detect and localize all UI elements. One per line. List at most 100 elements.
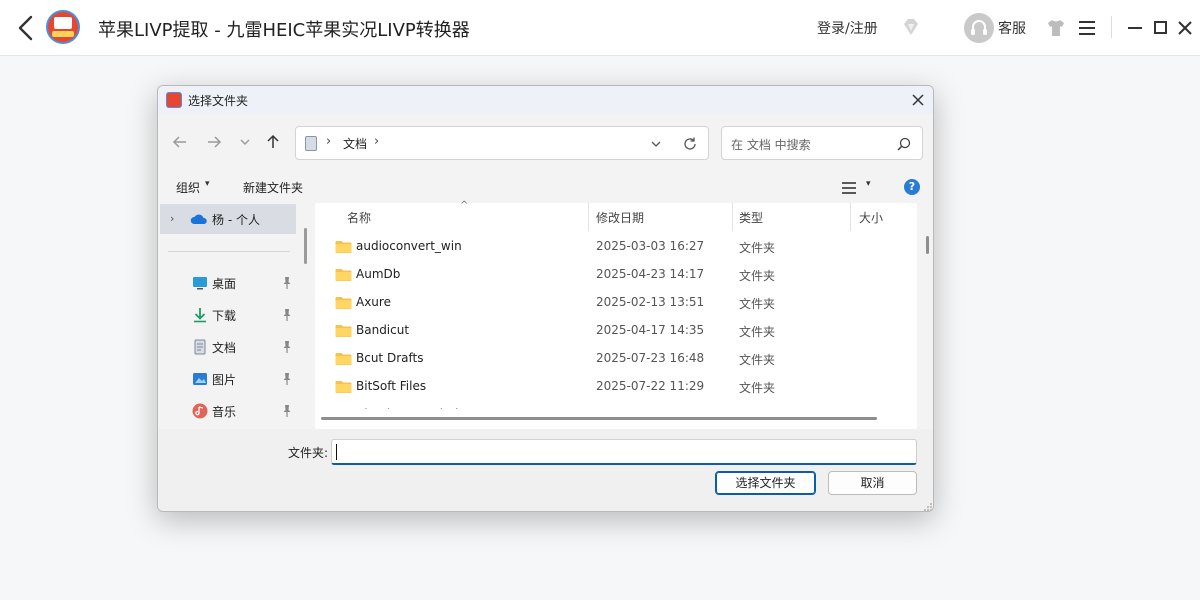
table-row[interactable]: Bcut Drafts 2025-07-23 16:48 文件夹 bbox=[315, 345, 917, 373]
app-logo bbox=[46, 10, 80, 44]
file-modified-date: 2025-07-22 11:29 bbox=[596, 379, 705, 393]
minimize-icon[interactable] bbox=[1127, 18, 1143, 38]
table-row[interactable]: Blender Foundation 2025-01-08 09:12 文件夹 bbox=[315, 401, 917, 409]
folder-field-label: 文件夹: bbox=[288, 446, 329, 460]
sidebar-scrollbar[interactable] bbox=[304, 228, 307, 264]
sidebar-item-pictures[interactable]: 图片 bbox=[160, 364, 296, 394]
nav-forward-icon[interactable] bbox=[204, 132, 224, 152]
column-header-name[interactable]: 名称 bbox=[347, 209, 371, 226]
table-row[interactable]: Bandicut 2025-04-17 14:35 文件夹 bbox=[315, 317, 917, 345]
navigation-pane: › 杨 - 个人 桌面 下载 文档 图片 音乐 bbox=[160, 203, 298, 429]
pin-icon[interactable] bbox=[282, 340, 292, 354]
dialog-close-icon[interactable] bbox=[908, 90, 928, 110]
back-arrow-icon[interactable] bbox=[14, 14, 38, 42]
file-type: 文件夹 bbox=[739, 353, 776, 367]
sidebar-item-label: 桌面 bbox=[212, 277, 237, 291]
file-type: 文件夹 bbox=[739, 241, 776, 255]
skin-tshirt-icon[interactable] bbox=[1046, 18, 1066, 38]
resize-grip-icon[interactable] bbox=[923, 502, 933, 512]
search-box[interactable]: 在 文档 中搜索 bbox=[721, 126, 923, 160]
file-modified-date: 2025-03-03 16:27 bbox=[596, 239, 705, 253]
address-separator[interactable]: › bbox=[374, 134, 379, 149]
file-name: BitSoft Files bbox=[356, 379, 427, 393]
vip-diamond-icon[interactable] bbox=[900, 16, 922, 38]
pin-icon[interactable] bbox=[282, 404, 292, 418]
onedrive-cloud-icon bbox=[190, 214, 207, 224]
sidebar-item-music[interactable]: 音乐 bbox=[160, 396, 296, 426]
dialog-title: 选择文件夹 bbox=[188, 94, 249, 108]
organize-menu[interactable]: 组织 bbox=[176, 179, 200, 196]
file-modified-date: 2025-02-13 13:51 bbox=[596, 295, 705, 309]
sidebar-item-onedrive[interactable]: › 杨 - 个人 bbox=[160, 204, 296, 234]
pin-icon[interactable] bbox=[282, 372, 292, 386]
file-name: Blender Foundation bbox=[356, 407, 473, 409]
folder-icon bbox=[335, 241, 352, 253]
file-name: Bcut Drafts bbox=[356, 351, 424, 365]
dialog-titlebar: 选择文件夹 bbox=[158, 86, 933, 114]
sidebar-item-desktop[interactable]: 桌面 bbox=[160, 268, 296, 298]
column-divider[interactable] bbox=[588, 203, 589, 231]
close-icon[interactable] bbox=[1176, 18, 1194, 38]
sidebar-item-downloads[interactable]: 下载 bbox=[160, 300, 296, 330]
titlebar-divider bbox=[1111, 16, 1112, 38]
column-header-row: ^ 名称 修改日期 类型 大小 bbox=[315, 200, 917, 231]
cancel-button[interactable]: 取消 bbox=[828, 471, 917, 495]
view-list-icon[interactable] bbox=[841, 181, 857, 195]
nav-recent-chevron-down-icon[interactable] bbox=[235, 132, 255, 152]
view-options-caret-icon[interactable]: ▾ bbox=[866, 179, 871, 189]
pin-icon[interactable] bbox=[282, 276, 292, 290]
maximize-icon[interactable] bbox=[1153, 18, 1169, 38]
file-list-horizontal-scrollbar[interactable] bbox=[321, 417, 877, 420]
file-name: Bandicut bbox=[356, 323, 410, 337]
sidebar-item-label: 文档 bbox=[212, 341, 237, 355]
address-bar[interactable]: › 文档 › bbox=[295, 126, 709, 160]
column-divider[interactable] bbox=[850, 203, 851, 231]
support-label[interactable]: 客服 bbox=[998, 18, 1026, 38]
new-folder-button[interactable]: 新建文件夹 bbox=[243, 179, 303, 196]
table-row[interactable]: audioconvert_win 2025-03-03 16:27 文件夹 bbox=[315, 233, 917, 261]
dialog-app-icon bbox=[166, 92, 182, 108]
file-type: 文件夹 bbox=[739, 381, 776, 395]
file-modified-date: 2025-04-23 14:17 bbox=[596, 267, 705, 281]
nav-up-icon[interactable] bbox=[263, 132, 283, 152]
column-header-size[interactable]: 大小 bbox=[859, 209, 883, 226]
pin-icon[interactable] bbox=[282, 308, 292, 322]
select-folder-button[interactable]: 选择文件夹 bbox=[715, 471, 816, 495]
table-row[interactable]: AumDb 2025-04-23 14:17 文件夹 bbox=[315, 261, 917, 289]
folder-icon bbox=[335, 269, 352, 281]
column-header-type[interactable]: 类型 bbox=[739, 209, 763, 226]
login-register-link[interactable]: 登录/注册 bbox=[817, 18, 878, 38]
table-row[interactable]: Axure 2025-02-13 13:51 文件夹 bbox=[315, 289, 917, 317]
search-input[interactable]: 在 文档 中搜索 bbox=[731, 136, 811, 153]
folder-icon bbox=[335, 353, 352, 365]
folder-icon bbox=[335, 381, 352, 393]
organize-caret-icon[interactable]: ▾ bbox=[205, 179, 210, 189]
folder-icon bbox=[335, 408, 352, 409]
folder-name-input[interactable] bbox=[331, 439, 917, 465]
pictures-icon bbox=[193, 373, 207, 385]
column-header-date[interactable]: 修改日期 bbox=[596, 209, 644, 226]
support-headset-icon[interactable] bbox=[964, 13, 994, 43]
app-titlebar: 苹果LIVP提取 - 九雷HEIC苹果实况LIVP转换器 登录/注册 客服 bbox=[0, 0, 1200, 56]
hamburger-menu-icon[interactable] bbox=[1077, 18, 1097, 38]
file-type: 文件夹 bbox=[739, 325, 776, 339]
refresh-icon[interactable] bbox=[681, 135, 699, 153]
file-list: ^ 名称 修改日期 类型 大小 audioconvert_win 2025-03-… bbox=[315, 200, 917, 429]
file-name: AumDb bbox=[356, 267, 401, 281]
folder-icon bbox=[335, 325, 352, 337]
column-divider[interactable] bbox=[732, 203, 733, 231]
help-icon[interactable]: ? bbox=[904, 179, 920, 195]
address-history-chevron-down-icon[interactable] bbox=[648, 136, 664, 152]
nav-back-icon[interactable] bbox=[170, 132, 190, 152]
file-type: 文件夹 bbox=[739, 269, 776, 283]
sidebar-item-documents[interactable]: 文档 bbox=[160, 332, 296, 362]
address-crumb-documents[interactable]: 文档 bbox=[343, 135, 367, 152]
file-list-vertical-scrollbar[interactable] bbox=[926, 236, 929, 254]
file-type: 文件夹 bbox=[739, 297, 776, 311]
search-icon[interactable] bbox=[896, 136, 912, 152]
sidebar-item-label: 杨 - 个人 bbox=[212, 213, 260, 227]
expand-chevron-icon[interactable]: › bbox=[170, 212, 174, 225]
sidebar-item-label: 图片 bbox=[212, 373, 237, 387]
download-icon bbox=[194, 308, 206, 323]
table-row[interactable]: BitSoft Files 2025-07-22 11:29 文件夹 bbox=[315, 373, 917, 401]
